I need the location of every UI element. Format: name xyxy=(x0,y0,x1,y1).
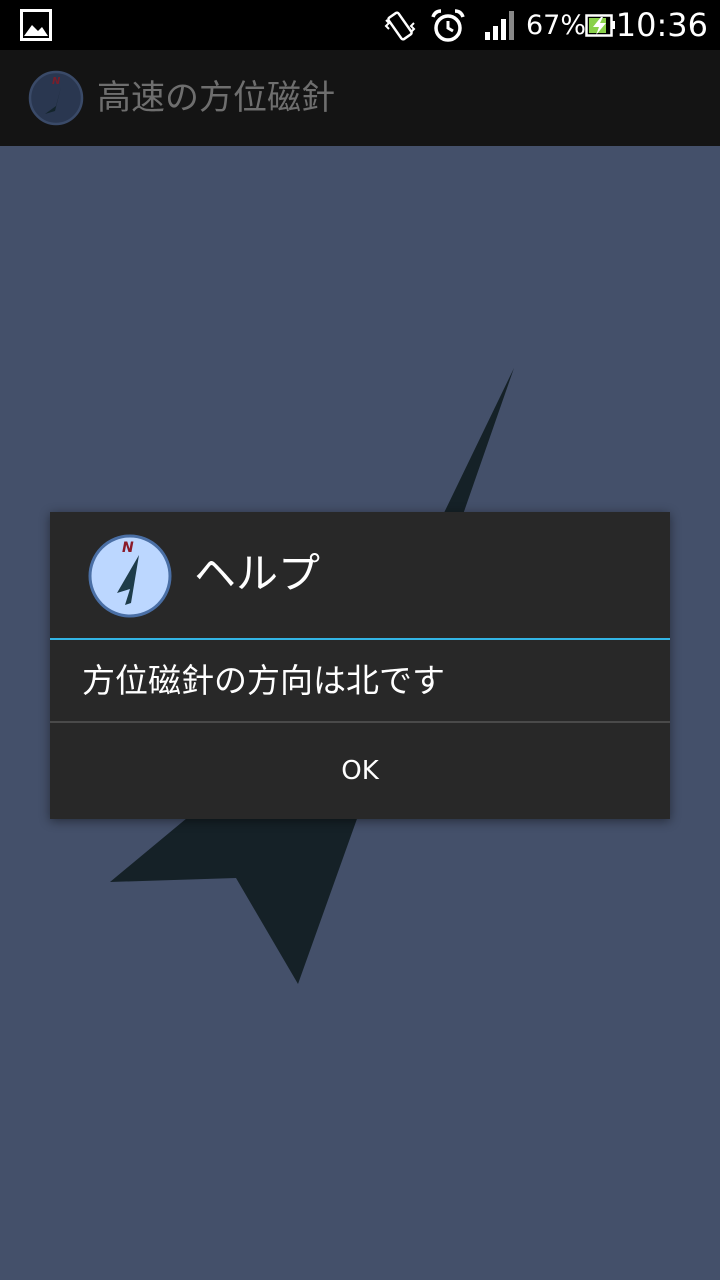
screen: 67% 10:36 N 高速の方位磁針 N ヘルプ 方位磁針の方向は北です OK xyxy=(0,0,720,1280)
action-bar: N 高速の方位磁針 xyxy=(0,50,720,146)
status-bar: 67% 10:36 xyxy=(0,0,720,50)
clock: 10:36 xyxy=(615,6,708,44)
app-title: 高速の方位磁針 xyxy=(97,78,335,118)
title-divider xyxy=(50,638,670,640)
signal-icon xyxy=(485,11,514,40)
compass-icon[interactable]: N xyxy=(28,70,84,126)
alarm-icon xyxy=(431,9,465,42)
help-dialog: N ヘルプ 方位磁針の方向は北です OK xyxy=(50,512,670,819)
svg-text:N: N xyxy=(122,540,134,556)
vibrate-icon xyxy=(384,11,416,41)
gallery-icon xyxy=(20,9,52,41)
ok-button[interactable]: OK xyxy=(50,723,670,819)
svg-text:N: N xyxy=(52,76,61,87)
dialog-title: ヘルプ xyxy=(194,549,321,598)
battery-percent: 67% xyxy=(526,10,587,41)
battery-charging-icon xyxy=(585,14,615,37)
compass-icon: N xyxy=(88,534,172,618)
dialog-message: 方位磁針の方向は北です xyxy=(82,661,445,700)
